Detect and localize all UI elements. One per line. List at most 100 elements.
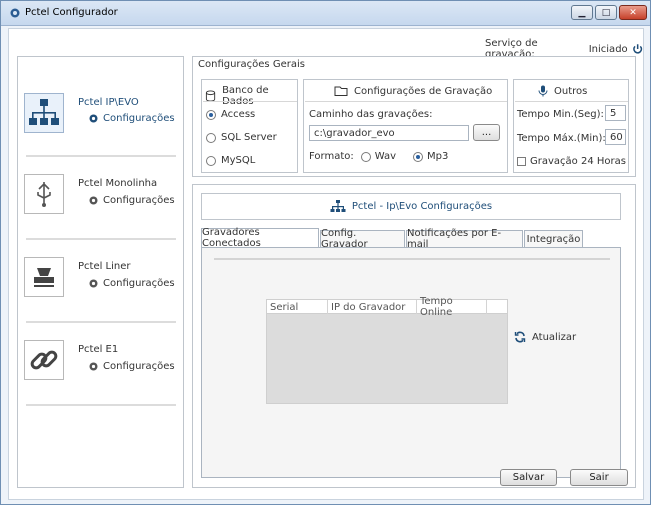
radio-mysql[interactable] — [206, 155, 216, 166]
network-icon — [330, 199, 346, 212]
refresh-button[interactable]: Atualizar — [514, 331, 576, 343]
divider — [26, 321, 176, 323]
min-time-label: Tempo Min.(Seg): — [517, 109, 604, 120]
column-ip[interactable]: IP do Gravador — [328, 300, 417, 314]
rec24-check[interactable] — [517, 157, 526, 166]
details-panel: Pctel - Ip\Evo Configurações Gravadores … — [192, 184, 636, 488]
usb-icon — [37, 182, 51, 207]
browse-button[interactable]: ... — [473, 124, 500, 141]
exit-button[interactable]: Sair — [570, 469, 628, 486]
max-time-label: Tempo Máx.(Min): — [517, 133, 606, 144]
path-label: Caminho das gravações: — [309, 109, 433, 120]
service-status-value: Iniciado — [588, 43, 628, 55]
format-wav-label: Wav — [374, 151, 397, 162]
grid-header: Serial IP do Gravador Tempo Online — [267, 296, 507, 318]
divider — [26, 155, 176, 157]
app-window: Pctel Configurador ▁ □ ✕ Serviço de grav… — [0, 0, 651, 505]
device-icon — [34, 268, 54, 287]
radio-mp3[interactable] — [413, 151, 424, 162]
format-option-wav[interactable]: Wav — [360, 151, 397, 162]
sidebar-item-monolinha[interactable]: Pctel Monolinha — [78, 178, 157, 189]
sidebar: Pctel IP\EVO Configurações Pctel Monolin… — [17, 56, 184, 488]
divider — [26, 238, 176, 240]
client-area: Serviço de gravação: Iniciado Pctel IP\E… — [8, 28, 644, 500]
format-row: Formato: Wav Mp3 — [309, 151, 448, 162]
column-serial[interactable]: Serial — [267, 300, 328, 314]
gear-icon — [89, 114, 98, 123]
power-icon[interactable] — [632, 43, 643, 55]
recorders-grid[interactable]: Serial IP do Gravador Tempo Online — [266, 296, 508, 404]
min-time-input[interactable]: 5 — [605, 105, 626, 121]
sidebar-item-liner[interactable]: Pctel Liner — [78, 261, 131, 272]
db-option-sqlserver-label: SQL Server — [221, 132, 277, 143]
sidebar-item-ipevo-config[interactable]: Configurações — [88, 113, 175, 124]
db-option-mysql-label: MySQL — [221, 155, 256, 166]
others-group: Outros Tempo Min.(Seg): 5 Tempo Máx.(Min… — [513, 79, 629, 173]
database-title: Banco de Dados — [222, 85, 269, 107]
general-settings-title: Configurações Gerais — [198, 59, 305, 70]
link-icon — [30, 350, 58, 370]
config-label: Configurações — [103, 195, 175, 206]
tab-notificacoes-email[interactable]: Notificações por E-mail — [406, 228, 523, 250]
database-header: Banco de Dados — [205, 85, 297, 107]
config-label: Configurações — [103, 361, 175, 372]
divider — [203, 101, 297, 102]
sidebar-item-e1-config[interactable]: Configurações — [88, 361, 175, 372]
others-header: Outros — [538, 85, 587, 97]
gear-icon — [89, 196, 98, 205]
recording-group: Configurações de Gravação Caminho das gr… — [303, 79, 508, 173]
database-group: Banco de Dados Access SQL Server MySQL — [201, 79, 298, 173]
format-mp3-label: Mp3 — [427, 151, 449, 162]
db-option-mysql[interactable]: MySQL — [206, 155, 255, 166]
refresh-icon — [514, 331, 526, 343]
network-icon — [29, 99, 59, 125]
divider — [515, 101, 628, 102]
title-bar[interactable]: Pctel Configurador ▁ □ ✕ — [1, 1, 650, 26]
recording-header: Configurações de Gravação — [334, 85, 492, 97]
tab-gravadores-conectados[interactable]: Gravadores Conectados — [201, 227, 319, 249]
config-label: Configurações — [103, 278, 175, 289]
microphone-icon — [538, 85, 548, 97]
rec24-label: Gravação 24 Horas — [530, 156, 626, 167]
general-settings-panel: Configurações Gerais Banco de Dados Acce… — [192, 56, 636, 177]
divider — [214, 258, 610, 260]
sidebar-item-liner-config[interactable]: Configurações — [88, 278, 175, 289]
gear-icon — [10, 8, 20, 18]
radio-sqlserver[interactable] — [206, 132, 216, 143]
gear-icon — [89, 279, 98, 288]
tab-content: Serial IP do Gravador Tempo Online Atual… — [201, 247, 621, 478]
sidebar-item-monolinha-config[interactable]: Configurações — [88, 195, 175, 206]
path-input[interactable]: c:\gravador_evo — [309, 125, 469, 141]
minimize-button[interactable]: ▁ — [571, 5, 593, 20]
db-option-sqlserver[interactable]: SQL Server — [206, 132, 277, 143]
details-title: Pctel - Ip\Evo Configurações — [351, 201, 493, 212]
sidebar-item-ipevo-icon-box[interactable] — [24, 93, 64, 133]
sidebar-item-liner-icon-box[interactable] — [24, 257, 64, 297]
tab-integracao[interactable]: Integração — [524, 230, 583, 247]
sidebar-item-monolinha-icon-box[interactable] — [24, 174, 64, 214]
sidebar-item-e1-icon-box[interactable] — [24, 340, 64, 380]
format-option-mp3[interactable]: Mp3 — [413, 151, 448, 162]
db-option-access[interactable]: Access — [206, 109, 255, 120]
divider — [26, 404, 176, 406]
tab-config-gravador[interactable]: Config. Gravador — [320, 228, 405, 250]
details-header: Pctel - Ip\Evo Configurações — [201, 193, 621, 220]
sidebar-item-ipevo[interactable]: Pctel IP\EVO — [78, 97, 139, 108]
max-time-input[interactable]: 60 — [605, 129, 626, 145]
radio-wav[interactable] — [360, 151, 371, 162]
db-option-access-label: Access — [221, 109, 256, 120]
others-title: Outros — [554, 85, 588, 97]
column-tempo-online[interactable]: Tempo Online — [417, 296, 487, 318]
recording-title: Configurações de Gravação — [354, 85, 493, 97]
radio-access[interactable] — [206, 109, 216, 120]
gear-icon — [89, 362, 98, 371]
folder-icon — [334, 86, 348, 96]
rec24-checkbox[interactable]: Gravação 24 Horas — [517, 156, 626, 167]
config-label: Configurações — [103, 113, 175, 124]
refresh-label: Atualizar — [532, 331, 577, 343]
close-button[interactable]: ✕ — [619, 5, 647, 20]
maximize-button[interactable]: □ — [595, 5, 617, 20]
window-title: Pctel Configurador — [25, 7, 118, 18]
save-button[interactable]: Salvar — [500, 469, 557, 486]
sidebar-item-e1[interactable]: Pctel E1 — [78, 344, 118, 355]
